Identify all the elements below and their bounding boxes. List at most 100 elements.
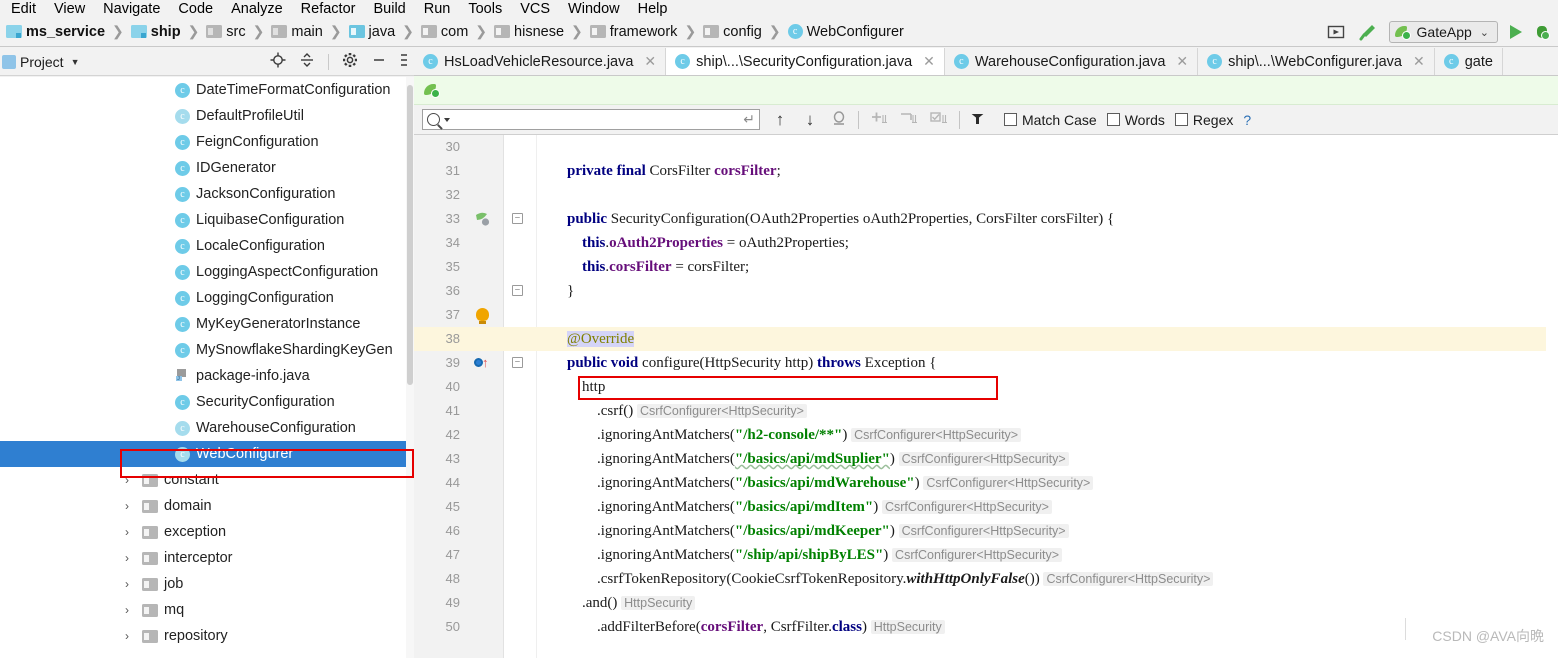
editor-tab-warehouseconfiguration-java[interactable]: c WarehouseConfiguration.java ✕: [944, 48, 1199, 75]
breadcrumb-item-webconfigurer[interactable]: c WebConfigurer: [786, 24, 906, 40]
code-line-44[interactable]: 44 .ignoringAntMatchers("/basics/api/mdW…: [414, 471, 1558, 495]
code-line-43[interactable]: 43 .ignoringAntMatchers("/basics/api/mdS…: [414, 447, 1558, 471]
menu-item-edit[interactable]: Edit: [2, 2, 45, 17]
scrollbar-thumb[interactable]: [407, 85, 413, 385]
breadcrumb-item-config[interactable]: config: [701, 24, 764, 40]
menu-item-vcs[interactable]: VCS: [511, 2, 559, 17]
menu-item-tools[interactable]: Tools: [459, 2, 511, 17]
breadcrumb-item-hisnese[interactable]: hisnese: [492, 24, 566, 40]
menu-item-run[interactable]: Run: [415, 2, 460, 17]
select-all-occurrences-icon[interactable]: [830, 110, 848, 129]
regex-option[interactable]: Regex: [1174, 112, 1233, 128]
more-icon[interactable]: [400, 52, 408, 71]
code-line-49[interactable]: 49 .and() HttpSecurity: [414, 591, 1558, 615]
code-line-30[interactable]: 30: [414, 135, 1558, 159]
filter-icon[interactable]: [970, 112, 986, 128]
menu-item-analyze[interactable]: Analyze: [222, 2, 292, 17]
close-icon[interactable]: ✕: [923, 53, 935, 70]
editor-tab-gate[interactable]: c gate: [1434, 48, 1503, 75]
menu-item-build[interactable]: Build: [364, 2, 414, 17]
run-icon[interactable]: [1510, 25, 1522, 39]
chevron-right-icon[interactable]: ›: [120, 525, 134, 539]
code-line-37[interactable]: 37: [414, 303, 1558, 327]
tree-item-mykeygeneratorinstance[interactable]: c MyKeyGeneratorInstance: [0, 311, 414, 337]
select-in-icon[interactable]: [1327, 24, 1345, 40]
chevron-down-icon[interactable]: ▼: [71, 57, 80, 67]
match-case-checkbox[interactable]: [1004, 113, 1017, 126]
chevron-right-icon[interactable]: ›: [120, 551, 134, 565]
locate-icon[interactable]: [270, 52, 286, 71]
chevron-right-icon[interactable]: ›: [120, 577, 134, 591]
build-hammer-icon[interactable]: [1357, 23, 1377, 41]
tree-item-interceptor[interactable]: › interceptor: [0, 545, 414, 571]
override-marker-icon[interactable]: ↑: [474, 356, 489, 369]
tree-item-exception[interactable]: › exception: [0, 519, 414, 545]
tree-item-liquibaseconfiguration[interactable]: c LiquibaseConfiguration: [0, 207, 414, 233]
code-line-40[interactable]: 40 http: [414, 375, 1558, 399]
code-line-48[interactable]: 48 .csrfTokenRepository(CookieCsrfTokenR…: [414, 567, 1558, 591]
project-tree-scrollbar[interactable]: [406, 77, 414, 658]
run-configuration-selector[interactable]: GateApp ⌄: [1388, 21, 1498, 43]
breadcrumb-item-main[interactable]: main: [269, 24, 324, 40]
tree-item-jacksonconfiguration[interactable]: c JacksonConfiguration: [0, 181, 414, 207]
code-line-46[interactable]: 46 .ignoringAntMatchers("/basics/api/mdK…: [414, 519, 1558, 543]
tree-item-domain[interactable]: › domain: [0, 493, 414, 519]
tree-item-idgenerator[interactable]: c IDGenerator: [0, 155, 414, 181]
breadcrumb-item-com[interactable]: com: [419, 24, 470, 40]
code-line-32[interactable]: 32: [414, 183, 1558, 207]
help-icon[interactable]: ?: [1243, 112, 1251, 128]
editor-marker-column[interactable]: [1546, 135, 1558, 658]
words-option[interactable]: Words: [1106, 112, 1165, 128]
chevron-right-icon[interactable]: ›: [120, 603, 134, 617]
tree-item-mysnowflakeshardingkeygen[interactable]: c MySnowflakeShardingKeyGen: [0, 337, 414, 363]
tree-item-datetimeformatconfiguration[interactable]: c DateTimeFormatConfiguration: [0, 77, 414, 103]
editor-tab-ship-securityconfiguration-java[interactable]: c ship\...\SecurityConfiguration.java ✕: [666, 48, 945, 75]
search-input[interactable]: [450, 111, 744, 128]
project-tree[interactable]: c DateTimeFormatConfiguration c DefaultProf…: [0, 77, 414, 658]
code-line-31[interactable]: 31 private final CorsFilter corsFilter;: [414, 159, 1558, 183]
words-checkbox[interactable]: [1106, 113, 1120, 126]
tree-item-loggingaspectconfiguration[interactable]: c LoggingAspectConfiguration: [0, 259, 414, 285]
breadcrumb-item-ms_service[interactable]: ms_service: [4, 24, 107, 40]
code-line-45[interactable]: 45 .ignoringAntMatchers("/basics/api/mdI…: [414, 495, 1558, 519]
settings-gear-icon[interactable]: [342, 52, 358, 71]
code-line-35[interactable]: 35 this.corsFilter = corsFilter;: [414, 255, 1558, 279]
hide-icon[interactable]: [371, 52, 387, 71]
code-line-42[interactable]: 42 .ignoringAntMatchers("/h2-console/**"…: [414, 423, 1558, 447]
tree-item-loggingconfiguration[interactable]: c LoggingConfiguration: [0, 285, 414, 311]
tree-item-mq[interactable]: › mq: [0, 597, 414, 623]
breadcrumb-item-src[interactable]: src: [204, 24, 247, 40]
tree-item-repository[interactable]: › repository: [0, 623, 414, 649]
code-line-41[interactable]: 41 .csrf() CsrfConfigurer<HttpSecurity>: [414, 399, 1558, 423]
fold-toggle-icon[interactable]: −: [512, 213, 523, 224]
editor-tab-ship-webconfigurer-java[interactable]: c ship\...\WebConfigurer.java ✕: [1198, 48, 1435, 75]
tree-item-warehouseconfiguration[interactable]: c WarehouseConfiguration: [0, 415, 414, 441]
run-method-icon[interactable]: [474, 211, 490, 227]
fold-toggle-icon[interactable]: −: [512, 285, 523, 296]
find-previous-icon[interactable]: ↑: [770, 110, 790, 130]
close-icon[interactable]: ✕: [1176, 53, 1188, 70]
menu-item-navigate[interactable]: Navigate: [94, 2, 169, 17]
tree-item-package-info-java[interactable]: Jpackage-info.java: [0, 363, 414, 389]
code-line-39[interactable]: 39 ↑ − public void configure(HttpSecurity …: [414, 351, 1558, 375]
regex-checkbox[interactable]: [1174, 113, 1188, 126]
tree-item-localeconfiguration[interactable]: c LocaleConfiguration: [0, 233, 414, 259]
add-occurrence-icon[interactable]: [869, 110, 889, 129]
chevron-right-icon[interactable]: ›: [120, 629, 134, 643]
debug-icon[interactable]: [1534, 24, 1550, 40]
search-input-wrapper[interactable]: ↵: [422, 109, 760, 130]
menu-item-refactor[interactable]: Refactor: [292, 2, 365, 17]
menu-item-window[interactable]: Window: [559, 2, 629, 17]
code-line-38[interactable]: 38 @Override: [414, 327, 1558, 351]
code-lines[interactable]: 30 31 private final CorsFilter corsFilter…: [414, 135, 1558, 658]
breadcrumb-item-java[interactable]: java: [347, 24, 398, 40]
code-line-36[interactable]: 36 − }: [414, 279, 1558, 303]
tree-item-securityconfiguration[interactable]: c SecurityConfiguration: [0, 389, 414, 415]
code-line-34[interactable]: 34 this.oAuth2Properties = oAuth2Propert…: [414, 231, 1558, 255]
breadcrumb-item-framework[interactable]: framework: [588, 24, 680, 40]
menu-item-view[interactable]: View: [45, 2, 94, 17]
code-line-50[interactable]: 50 .addFilterBefore(corsFilter, CsrfFilt…: [414, 615, 1558, 639]
close-icon[interactable]: ✕: [644, 53, 656, 70]
code-area[interactable]: 30 31 private final CorsFilter corsFilter…: [414, 135, 1558, 658]
code-line-47[interactable]: 47 .ignoringAntMatchers("/ship/api/shipB…: [414, 543, 1558, 567]
